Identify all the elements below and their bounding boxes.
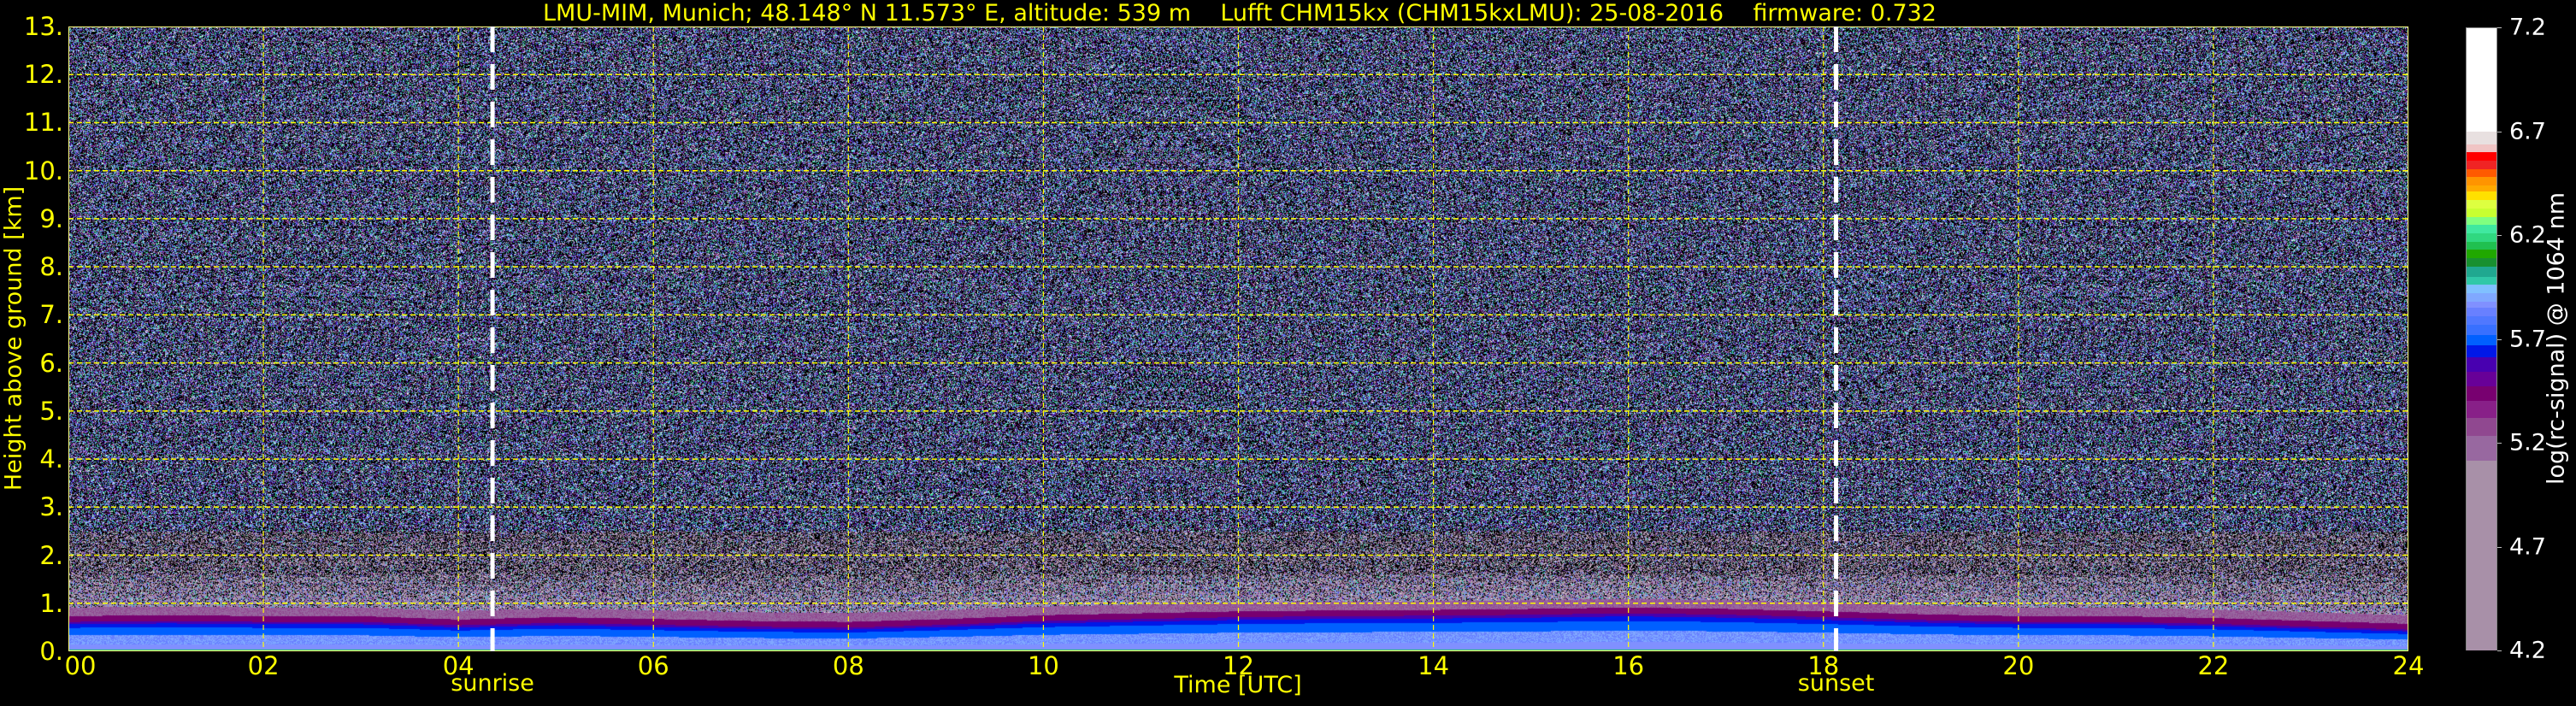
x-tick-label: 08 <box>832 651 864 680</box>
x-tick-label: 06 <box>637 651 669 680</box>
colorbar-tick-mark <box>2497 546 2502 548</box>
y-tick-label: 12. <box>23 60 63 90</box>
x-tick-label: 20 <box>2002 651 2035 680</box>
x-tick-label: 14 <box>1418 651 1450 680</box>
sunset-label: sunset <box>1797 670 1875 697</box>
colorbar-tick-label: 7.2 <box>2509 14 2546 41</box>
colorbar-band <box>2467 417 2496 438</box>
y-tick-label: 1. <box>39 588 63 618</box>
y-tick-label: 3. <box>39 492 63 522</box>
x-tick-label: 02 <box>247 651 280 680</box>
y-tick-label: 13. <box>23 12 63 41</box>
x-tick-label: 22 <box>2197 651 2230 680</box>
colorbar-tick-mark <box>2497 650 2502 651</box>
chart-title: LMU-MIM, Munich; 48.148° N 11.573° E, al… <box>543 0 1936 26</box>
x-tick-label: 10 <box>1027 651 1059 680</box>
colorbar-band <box>2467 372 2496 388</box>
sunrise-label: sunrise <box>451 670 534 697</box>
colorbar-tick-label: 4.2 <box>2509 637 2546 664</box>
colorbar-band <box>2467 401 2496 419</box>
colorbar <box>2466 27 2497 650</box>
y-tick-label: 6. <box>39 348 63 378</box>
colorbar-band <box>2467 357 2496 374</box>
colorbar-band <box>2467 132 2496 145</box>
x-tick-label: 16 <box>1612 651 1645 680</box>
y-tick-label: 11. <box>23 108 63 138</box>
y-tick-label: 7. <box>39 300 63 330</box>
x-axis-label: Time [UTC] <box>1174 672 1302 698</box>
colorbar-tick-label: 6.7 <box>2509 118 2546 144</box>
y-tick-label: 8. <box>39 252 63 282</box>
x-tick-label: 24 <box>2392 651 2425 680</box>
colorbar-tick-label: 5.7 <box>2509 326 2546 352</box>
colorbar-band <box>2467 436 2496 462</box>
colorbar-band <box>2467 344 2496 359</box>
colorbar-band <box>2467 386 2496 403</box>
y-tick-label: 10. <box>23 156 63 185</box>
colorbar-tick-mark <box>2497 235 2502 236</box>
x-tick-label: 00 <box>64 651 97 680</box>
y-tick-label: 4. <box>39 444 63 474</box>
colorbar-tick-label: 6.2 <box>2509 221 2546 249</box>
colorbar-tick-mark <box>2497 338 2502 340</box>
y-tick-label: 5. <box>39 396 63 426</box>
colorbar-tick-label: 5.2 <box>2509 429 2546 456</box>
grid-overlay <box>68 26 2408 651</box>
colorbar-tick-mark <box>2497 443 2502 444</box>
backscatter-heatmap <box>68 26 2408 651</box>
colorbar-band <box>2467 461 2496 650</box>
colorbar-tick-mark <box>2497 27 2502 28</box>
colorbar-band <box>2467 28 2496 133</box>
y-tick-label: 9. <box>39 203 63 233</box>
colorbar-tick-label: 4.7 <box>2509 533 2546 560</box>
y-tick-label: 0. <box>39 637 63 666</box>
y-tick-label: 2. <box>39 540 63 570</box>
colorbar-label: log(rc-signal) @ 1064 nm <box>2543 191 2570 485</box>
